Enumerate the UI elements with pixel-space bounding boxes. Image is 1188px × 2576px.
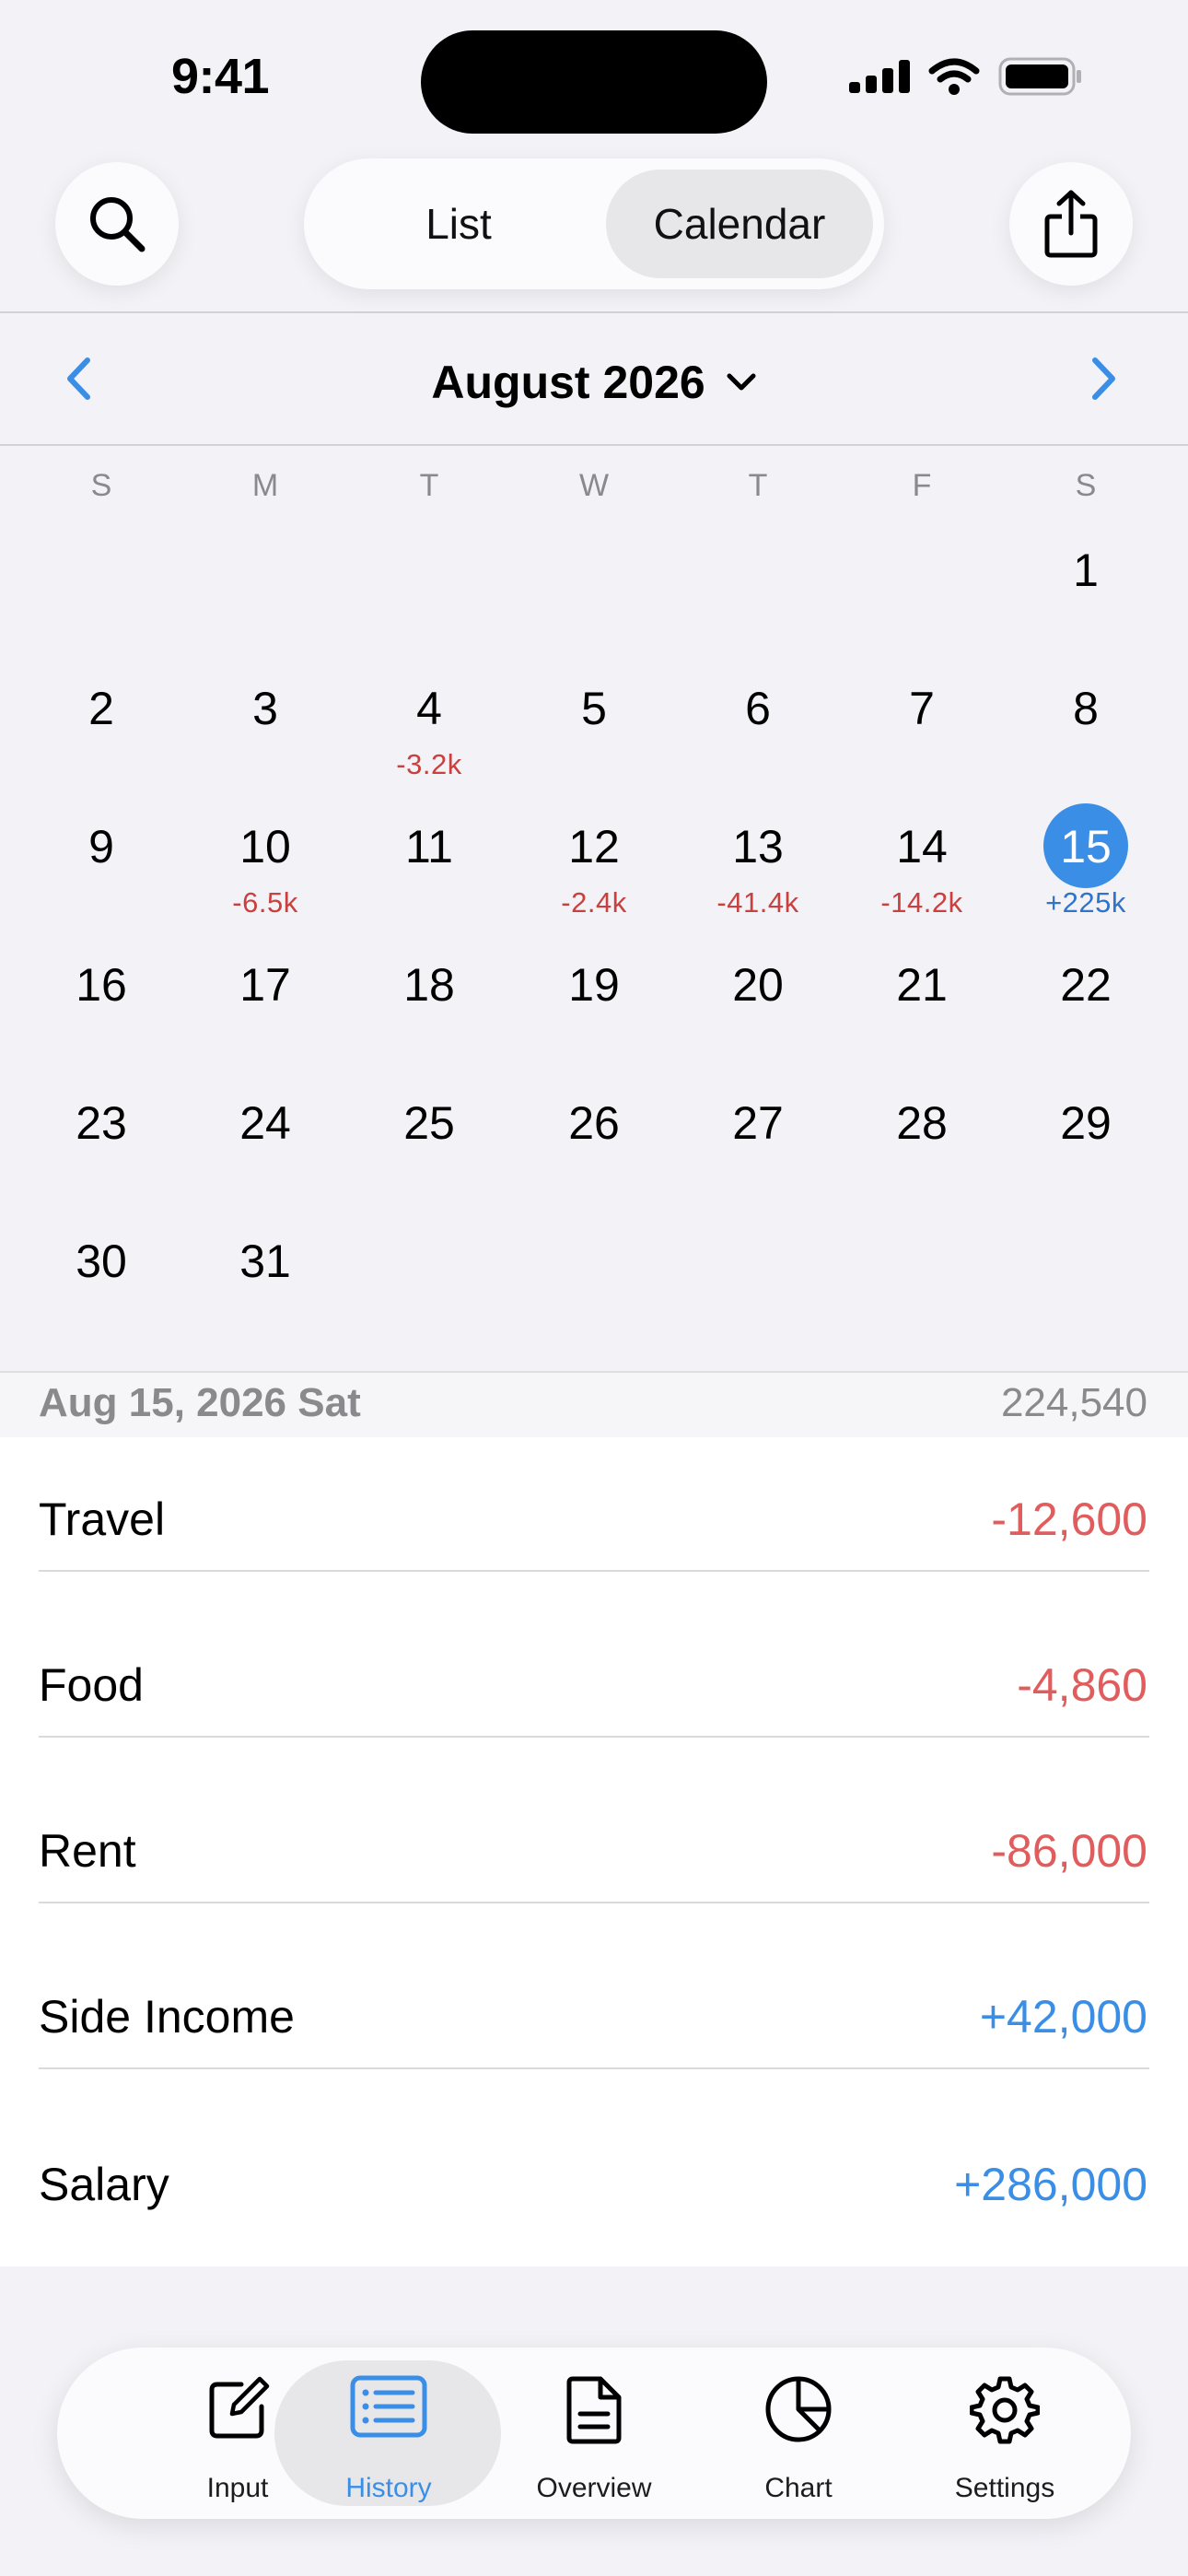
calendar-day[interactable]: 23 bbox=[18, 1096, 184, 1150]
calendar-day[interactable]: 2 bbox=[18, 682, 184, 735]
day-amount: -3.2k bbox=[396, 748, 462, 780]
row-divider bbox=[39, 1736, 1149, 1738]
share-button[interactable] bbox=[1009, 162, 1133, 286]
calendar-day[interactable]: 17 bbox=[182, 958, 348, 1012]
share-icon bbox=[1044, 190, 1098, 258]
calendar-day[interactable]: 26 bbox=[511, 1096, 677, 1150]
row-divider bbox=[39, 1902, 1149, 1903]
divider bbox=[0, 444, 1188, 446]
transaction-category[interactable]: Rent bbox=[39, 1824, 136, 1878]
calendar-day[interactable]: 10 bbox=[182, 820, 348, 873]
battery-icon bbox=[998, 57, 1081, 96]
status-time: 9:41 bbox=[171, 49, 270, 104]
transaction-amount: -86,000 bbox=[991, 1825, 1147, 1877]
day-amount: -2.4k bbox=[561, 886, 627, 919]
calendar-day[interactable]: 16 bbox=[18, 958, 184, 1012]
calendar-day[interactable]: 1 bbox=[1003, 544, 1169, 597]
transaction-category[interactable]: Salary bbox=[39, 2158, 169, 2211]
weekday-label: T bbox=[419, 468, 439, 503]
month-picker[interactable]: August 2026 bbox=[0, 352, 1188, 409]
calendar-day[interactable]: 11 bbox=[346, 820, 512, 873]
divider bbox=[0, 311, 1188, 313]
calendar-day[interactable]: 4 bbox=[346, 682, 512, 735]
tab-list[interactable]: List bbox=[320, 170, 597, 278]
search-button[interactable] bbox=[55, 162, 179, 286]
tab-calendar[interactable]: Calendar bbox=[606, 170, 873, 278]
tab-overview[interactable]: Overview bbox=[493, 2348, 695, 2519]
weekday-label: T bbox=[748, 468, 768, 503]
calendar-day[interactable]: 28 bbox=[839, 1096, 1005, 1150]
transaction-amount: +286,000 bbox=[954, 2159, 1147, 2210]
day-amount: +225k bbox=[1045, 886, 1126, 919]
dynamic-island bbox=[421, 30, 767, 134]
chevron-down-icon bbox=[727, 373, 756, 391]
detail-total: 224,540 bbox=[1000, 1380, 1147, 1425]
calendar-day[interactable]: 20 bbox=[675, 958, 841, 1012]
document-icon bbox=[566, 2376, 622, 2444]
transaction-category[interactable]: Travel bbox=[39, 1493, 165, 1546]
tab-label: Chart bbox=[764, 2473, 833, 2503]
calendar-day[interactable]: 7 bbox=[839, 682, 1005, 735]
weekday-label: W bbox=[578, 468, 610, 503]
chevron-right-icon bbox=[1092, 357, 1115, 400]
calendar-day[interactable]: 6 bbox=[675, 682, 841, 735]
tab-bar: Input History Overview Chart Settings bbox=[57, 2348, 1131, 2519]
calendar-day[interactable]: 5 bbox=[511, 682, 677, 735]
calendar-day[interactable]: 14 bbox=[839, 820, 1005, 873]
tab-settings[interactable]: Settings bbox=[903, 2348, 1106, 2519]
calendar-day[interactable]: 25 bbox=[346, 1096, 512, 1150]
calendar-day[interactable]: 13 bbox=[675, 820, 841, 873]
row-divider bbox=[39, 1570, 1149, 1572]
transaction-amount: +42,000 bbox=[979, 1991, 1147, 2043]
tab-label: Settings bbox=[954, 2473, 1055, 2503]
next-month-button[interactable] bbox=[1089, 356, 1120, 406]
transaction-amount: -12,600 bbox=[991, 1493, 1147, 1545]
calendar-day[interactable]: 29 bbox=[1003, 1096, 1169, 1150]
day-amount: -41.4k bbox=[716, 886, 799, 919]
calendar-day[interactable]: 24 bbox=[182, 1096, 348, 1150]
edit-icon bbox=[209, 2376, 270, 2439]
day-amount: -6.5k bbox=[232, 886, 298, 919]
day-amount: -14.2k bbox=[880, 886, 963, 919]
calendar-day[interactable]: 30 bbox=[18, 1235, 184, 1288]
signal-icon bbox=[849, 60, 910, 93]
transaction-category[interactable]: Food bbox=[39, 1658, 144, 1712]
status-icons bbox=[849, 57, 1083, 96]
calendar-day[interactable]: 31 bbox=[182, 1235, 348, 1288]
calendar-day[interactable]: 18 bbox=[346, 958, 512, 1012]
calendar-day[interactable]: 12 bbox=[511, 820, 677, 873]
gear-icon bbox=[970, 2376, 1040, 2444]
calendar-day[interactable]: 3 bbox=[182, 682, 348, 735]
search-icon bbox=[90, 197, 146, 252]
calendar-day[interactable]: 22 bbox=[1003, 958, 1169, 1012]
calendar-day-selected[interactable]: 15 bbox=[1003, 820, 1169, 873]
calendar-day[interactable]: 21 bbox=[839, 958, 1005, 1012]
transaction-amount: -4,860 bbox=[1017, 1659, 1147, 1711]
calendar-day[interactable]: 8 bbox=[1003, 682, 1169, 735]
weekday-label: F bbox=[912, 468, 932, 503]
weekday-label: M bbox=[251, 468, 279, 503]
wifi-icon bbox=[928, 58, 980, 95]
view-switcher: List Calendar bbox=[304, 158, 884, 289]
calendar-day[interactable]: 19 bbox=[511, 958, 677, 1012]
tab-label: Overview bbox=[536, 2473, 652, 2503]
pie-chart-icon bbox=[765, 2376, 832, 2442]
list-icon bbox=[350, 2375, 427, 2438]
transaction-category[interactable]: Side Income bbox=[39, 1990, 295, 2043]
tab-label: History bbox=[345, 2473, 432, 2503]
detail-date: Aug 15, 2026 Sat bbox=[39, 1380, 361, 1425]
calendar-day[interactable]: 9 bbox=[18, 820, 184, 873]
weekday-label: S bbox=[90, 468, 112, 503]
weekday-label: S bbox=[1075, 468, 1097, 503]
month-title: August 2026 bbox=[431, 356, 705, 408]
tab-chart[interactable]: Chart bbox=[697, 2348, 900, 2519]
row-divider bbox=[39, 2067, 1149, 2069]
calendar-day[interactable]: 27 bbox=[675, 1096, 841, 1150]
tab-history[interactable]: History bbox=[287, 2348, 490, 2519]
